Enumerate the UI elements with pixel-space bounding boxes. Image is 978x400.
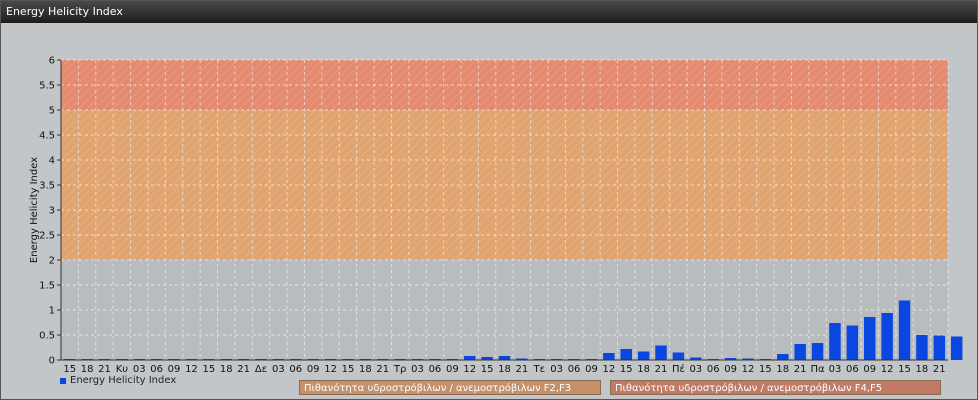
band-label-f4f5: Πιθανότητα υδροστρόβιλων / ανεμοστρόβιλω… (610, 380, 941, 395)
x-tick-label: 12 (742, 364, 755, 375)
x-tick-label: 15 (63, 364, 76, 375)
bar (811, 343, 824, 360)
bar (620, 349, 632, 360)
y-tick-label: 3 (49, 206, 55, 217)
bar (672, 352, 685, 360)
x-tick-label: 12 (602, 364, 615, 375)
bar (603, 353, 615, 360)
bar (950, 336, 963, 360)
x-tick-label: Δε (255, 364, 267, 375)
y-tick-label: 1.5 (39, 281, 55, 292)
x-tick-label: 18 (220, 364, 233, 375)
x-tick-label: 18 (81, 364, 94, 375)
y-tick-label: 0.5 (39, 331, 55, 342)
x-tick-label: 09 (446, 364, 459, 375)
bar (498, 356, 511, 360)
x-tick-label: Τρ (393, 364, 406, 375)
x-tick-label: 06 (289, 364, 302, 375)
x-tick-label: 21 (516, 364, 529, 375)
bar (463, 356, 476, 360)
bar (777, 354, 789, 360)
x-tick-label: Πα (810, 364, 825, 375)
x-tick-label: 15 (898, 364, 911, 375)
x-tick-label: 03 (829, 364, 842, 375)
y-tick-label: 4.5 (39, 131, 55, 142)
bar (655, 345, 667, 360)
x-tick-label: 15 (759, 364, 772, 375)
x-tick-label: 09 (585, 364, 598, 375)
x-tick-label: 06 (846, 364, 859, 375)
x-tick-label: 03 (689, 364, 702, 375)
x-tick-label: Τε (533, 364, 546, 375)
x-tick-label: 03 (272, 364, 285, 375)
x-tick-label: 12 (324, 364, 337, 375)
x-tick-label: 09 (168, 364, 181, 375)
x-tick-label: 06 (150, 364, 163, 375)
x-tick-label: 21 (794, 364, 807, 375)
bar (794, 344, 806, 360)
y-axis-label: Energy Helicity Index (29, 157, 40, 263)
x-tick-label: 18 (498, 364, 511, 375)
x-tick-label: 03 (133, 364, 146, 375)
x-tick-label: 06 (707, 364, 720, 375)
band-label-f2f3: Πιθανότητα υδροστρόβιλων / ανεμοστρόβιλω… (299, 380, 601, 395)
x-tick-label: 12 (881, 364, 894, 375)
y-tick-label: 1 (49, 306, 55, 317)
y-tick-label: 0 (49, 356, 55, 367)
x-tick-label: 18 (776, 364, 789, 375)
bar (881, 313, 893, 360)
x-tick-label: 09 (724, 364, 737, 375)
legend-label: Energy Helicity Index (70, 375, 177, 386)
x-tick-label: 18 (359, 364, 372, 375)
x-tick-label: 06 (568, 364, 581, 375)
x-tick-label: 18 (637, 364, 650, 375)
x-tick-label: 03 (550, 364, 563, 375)
bar (898, 300, 911, 360)
legend-swatch (60, 377, 66, 384)
x-tick-label: 21 (376, 364, 389, 375)
bar (637, 351, 650, 360)
bar (916, 335, 928, 360)
x-tick-label: Πέ (672, 363, 685, 375)
bar (829, 323, 841, 360)
x-tick-label: 21 (933, 364, 946, 375)
x-tick-label: 21 (98, 364, 111, 375)
legend: Energy Helicity Index (60, 375, 176, 386)
x-tick-label: 12 (463, 364, 476, 375)
y-tick-label: 2 (49, 256, 55, 267)
y-tick-label: 3.5 (39, 181, 55, 192)
chart-svg: 0 0.5 1 1.5 2 2.5 3 3.5 4 4.5 5 5.5 6 15 18 21 Κυ 03 06 09 1… (29, 56, 963, 375)
x-tick-label: 09 (863, 364, 876, 375)
x-tick-label: 15 (202, 364, 215, 375)
y-tick-label: 2.5 (39, 231, 55, 242)
bar (933, 335, 946, 360)
x-tick-label: 15 (342, 364, 355, 375)
x-tick-label: 06 (429, 364, 442, 375)
x-tick-label: 09 (307, 364, 320, 375)
x-tick-label: 15 (620, 364, 633, 375)
y-tick-label: 5 (49, 106, 55, 117)
x-tick-label: 18 (916, 364, 929, 375)
x-tick-label: 21 (655, 364, 668, 375)
y-tick-label: 5.5 (39, 81, 55, 92)
y-tick-label: 6 (49, 56, 55, 67)
x-tick-label: 21 (237, 364, 250, 375)
x-tick-label: Κυ (116, 364, 129, 375)
bar (863, 317, 876, 360)
bar (846, 325, 859, 360)
x-tick-label: 15 (481, 364, 494, 375)
x-tick-label: 03 (411, 364, 424, 375)
x-tick-label: 12 (185, 364, 198, 375)
y-tick-label: 4 (49, 156, 55, 167)
